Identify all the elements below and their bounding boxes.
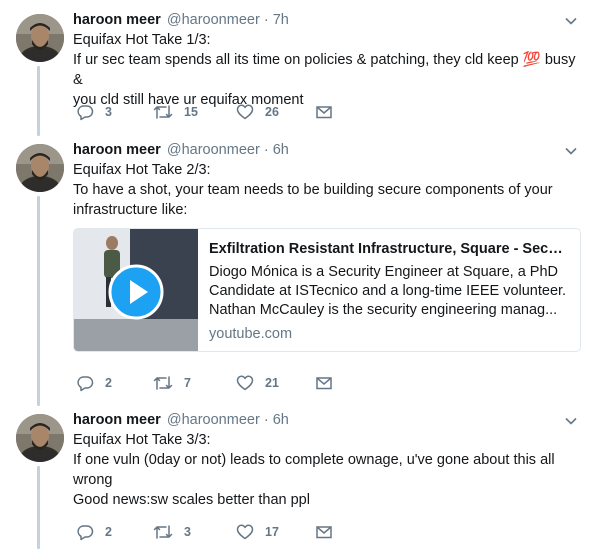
tweet-line: Equifax Hot Take 2/3: (73, 162, 211, 178)
retweet-icon (153, 525, 173, 539)
tweet-1[interactable]: haroon meer @haroonmeer · 7h Equifax Hot… (0, 10, 599, 130)
username[interactable]: @haroonmeer (167, 412, 260, 428)
display-name[interactable]: haroon meer (73, 412, 161, 428)
tweet-line: Equifax Hot Take 1/3: (73, 32, 211, 48)
tweet-actions: 3 15 26 (73, 102, 353, 122)
tweet-header: haroon meer @haroonmeer · 6h (73, 410, 289, 430)
reply-button[interactable]: 2 (76, 522, 112, 542)
hundred-points-emoji: 💯 (522, 52, 541, 68)
direct-message-button[interactable] (315, 522, 333, 542)
username[interactable]: @haroonmeer (167, 142, 260, 158)
reply-button[interactable]: 2 (76, 373, 112, 393)
tweet-text: Equifax Hot Take 1/3: If ur sec team spe… (73, 30, 583, 110)
separator-dot: · (263, 412, 269, 428)
retweet-icon (153, 376, 173, 390)
reply-count: 3 (105, 105, 112, 119)
card-description-line: Diogo Mónica is a Security Engineer at S… (209, 264, 558, 280)
reply-icon (77, 105, 94, 121)
tweet-line: If ur sec team spends all its time on po… (73, 50, 583, 90)
direct-message-button[interactable] (315, 373, 333, 393)
display-name[interactable]: haroon meer (73, 142, 161, 158)
card-description: Diogo Mónica is a Security Engineer at S… (209, 263, 571, 320)
reply-count: 2 (105, 525, 112, 539)
like-icon (236, 524, 254, 540)
reply-icon (77, 525, 94, 541)
video-thumbnail[interactable] (74, 229, 198, 351)
direct-message-icon (316, 106, 332, 119)
link-card[interactable]: Exfiltration Resistant Infrastructure, S… (73, 228, 581, 352)
separator-dot: · (263, 142, 269, 158)
tweet-2[interactable]: haroon meer @haroonmeer · 6h Equifax Hot… (0, 140, 599, 400)
retweet-icon (153, 105, 173, 119)
tweet-line: wrong (73, 472, 113, 488)
card-body: Exfiltration Resistant Infrastructure, S… (209, 239, 571, 344)
retweet-button[interactable]: 15 (153, 102, 198, 122)
reply-count: 2 (105, 376, 112, 390)
reply-icon (77, 376, 94, 392)
timestamp[interactable]: 6h (273, 142, 289, 158)
like-icon (236, 375, 254, 391)
like-count: 26 (265, 105, 279, 119)
direct-message-icon (316, 526, 332, 539)
tweet-text: Equifax Hot Take 3/3: If one vuln (0day … (73, 430, 583, 510)
tweet-line-text: If ur sec team spends all its time on po… (73, 52, 519, 68)
display-name[interactable]: haroon meer (73, 12, 161, 28)
tweet-header: haroon meer @haroonmeer · 7h (73, 10, 289, 30)
tweet-3[interactable]: haroon meer @haroonmeer · 6h Equifax Hot… (0, 410, 599, 549)
timestamp[interactable]: 6h (273, 412, 289, 428)
like-button[interactable]: 21 (236, 373, 279, 393)
chevron-down-icon[interactable] (563, 13, 579, 29)
direct-message-icon (316, 377, 332, 390)
retweet-button[interactable]: 7 (153, 373, 191, 393)
chevron-down-icon[interactable] (563, 413, 579, 429)
avatar[interactable] (16, 414, 64, 462)
tweet-line: To have a shot, your team needs to be bu… (73, 182, 553, 198)
direct-message-button[interactable] (315, 102, 333, 122)
card-description-line: Candidate at ISTecnico and a long-time I… (209, 283, 567, 299)
tweet-line: Equifax Hot Take 3/3: (73, 432, 211, 448)
chevron-down-icon[interactable] (563, 143, 579, 159)
retweet-button[interactable]: 3 (153, 522, 191, 542)
tweet-line: infrastructure like: (73, 202, 188, 218)
avatar[interactable] (16, 144, 64, 192)
username[interactable]: @haroonmeer (167, 12, 260, 28)
tweet-text: Equifax Hot Take 2/3: To have a shot, yo… (73, 160, 583, 220)
card-domain: youtube.com (209, 326, 293, 342)
like-button[interactable]: 17 (236, 522, 279, 542)
avatar[interactable] (16, 14, 64, 62)
retweet-count: 15 (184, 105, 198, 119)
timestamp[interactable]: 7h (273, 12, 289, 28)
reply-button[interactable]: 3 (76, 102, 112, 122)
tweet-header: haroon meer @haroonmeer · 6h (73, 140, 289, 160)
like-count: 17 (265, 525, 279, 539)
tweet-actions: 2 3 17 (73, 522, 353, 542)
separator-dot: · (263, 12, 269, 28)
tweet-line: Good news:sw scales better than ppl (73, 492, 310, 508)
like-count: 21 (265, 376, 279, 390)
retweet-count: 3 (184, 525, 191, 539)
play-icon[interactable] (108, 264, 164, 320)
tweet-line: If one vuln (0day or not) leads to compl… (73, 452, 555, 468)
card-title: Exfiltration Resistant Infrastructure, S… (209, 241, 571, 257)
like-button[interactable]: 26 (236, 102, 279, 122)
tweet-actions: 2 7 21 (73, 373, 353, 393)
card-description-line: Nathan McCauley is the security engineer… (209, 302, 558, 318)
like-icon (236, 104, 254, 120)
retweet-count: 7 (184, 376, 191, 390)
